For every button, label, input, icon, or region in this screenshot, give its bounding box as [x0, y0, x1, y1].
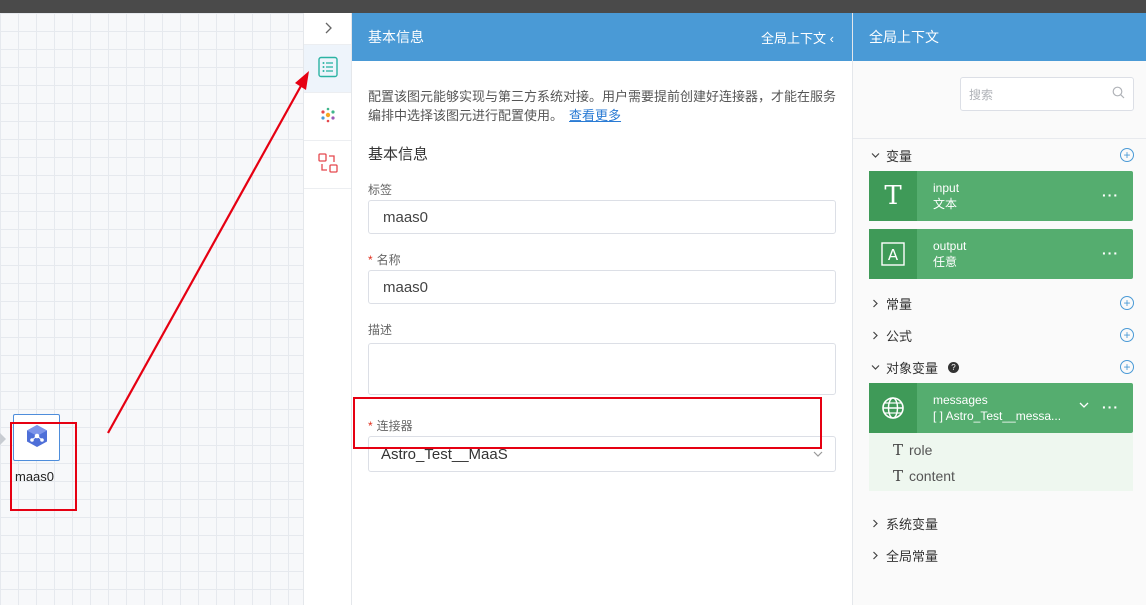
variable-type: 任意 — [933, 255, 958, 269]
object-children: Trole Tcontent — [869, 433, 1133, 491]
node-input-port[interactable] — [0, 433, 6, 445]
search-icon — [1112, 86, 1125, 102]
add-variable-button[interactable]: + — [1120, 148, 1134, 162]
chevron-right-icon — [871, 548, 880, 563]
tab-mapping[interactable] — [304, 93, 351, 141]
highlight-box-node — [10, 422, 77, 511]
search-placeholder: 搜索 — [969, 87, 994, 102]
more-icon[interactable]: ··· — [1102, 245, 1119, 261]
add-object-variable-button[interactable]: + — [1120, 360, 1134, 374]
tag-label: 标签 — [368, 183, 393, 197]
group-label: 变量 — [886, 148, 913, 164]
variable-name: output — [933, 239, 967, 253]
tag-input[interactable]: maas0 — [368, 200, 836, 234]
more-icon[interactable]: ··· — [1102, 399, 1119, 415]
context-header: 全局上下文 — [853, 13, 1146, 61]
dots-icon — [319, 106, 337, 127]
variable-type: 文本 — [933, 197, 958, 211]
name-label: * 名称 — [368, 251, 836, 267]
tab-transform[interactable] — [304, 141, 351, 189]
group-global-constants[interactable]: 全局常量 — [853, 539, 1146, 571]
panel-description: 配置该图元能够实现与第三方系统对接。用户需要提前创建好连接器，才能在服务编排中选… — [368, 87, 838, 125]
group-label: 对象变量 — [886, 360, 939, 376]
chevron-right-icon — [323, 21, 333, 37]
add-constant-button[interactable]: + — [1120, 296, 1134, 310]
child-field[interactable]: Trole — [893, 437, 1133, 463]
svg-text:A: A — [888, 246, 899, 264]
flow-canvas[interactable] — [0, 13, 303, 605]
chevron-down-icon[interactable] — [1079, 399, 1089, 411]
chevron-right-icon — [871, 516, 880, 531]
group-label: 全局常量 — [886, 548, 939, 564]
variable-card-output[interactable]: A output 任意 ··· — [869, 229, 1133, 279]
description-label: 描述 — [368, 323, 393, 337]
group-variables[interactable]: 变量 + — [853, 139, 1146, 171]
search-input[interactable]: 搜索 — [960, 77, 1134, 111]
collapse-toggle[interactable] — [304, 13, 351, 45]
learn-more-link[interactable]: 查看更多 — [569, 108, 621, 123]
group-label: 系统变量 — [886, 516, 939, 532]
child-name: role — [909, 442, 933, 458]
variable-card-input[interactable]: T input 文本 ··· — [869, 171, 1133, 221]
child-field[interactable]: Tcontent — [893, 463, 1133, 489]
group-system-variables[interactable]: 系统变量 — [853, 507, 1146, 539]
child-name: content — [909, 468, 955, 484]
chevron-down-icon — [871, 360, 880, 375]
variable-name: messages — [933, 393, 988, 407]
text-type-icon: T — [893, 441, 904, 459]
variable-name: input — [933, 181, 960, 195]
description-textarea[interactable] — [368, 343, 836, 395]
chevron-down-icon — [813, 448, 823, 460]
highlight-box-connector — [353, 397, 822, 449]
panel-title: 基本信息 — [368, 29, 424, 45]
context-title: 全局上下文 — [869, 29, 939, 45]
top-bar — [0, 0, 1146, 13]
group-label: 公式 — [886, 328, 913, 344]
group-label: 常量 — [886, 296, 913, 312]
required-marker: * — [368, 253, 373, 267]
add-formula-button[interactable]: + — [1120, 328, 1134, 342]
text-type-icon: T — [869, 171, 917, 221]
tab-basic-info[interactable] — [304, 45, 351, 93]
object-variable-card[interactable]: messages [ ] Astro_Test__messa... ··· — [869, 383, 1133, 433]
any-type-icon: A — [869, 229, 917, 279]
swap-icon — [317, 152, 339, 177]
globe-icon — [869, 383, 917, 433]
name-label-text: 名称 — [376, 253, 401, 267]
chevron-down-icon — [871, 148, 880, 163]
group-object-variables[interactable]: 对象变量? + — [853, 351, 1146, 383]
basic-info-header: 基本信息 全局上下文 ‹ — [352, 13, 852, 61]
basic-info-panel: 基本信息 全局上下文 ‹ 配置该图元能够实现与第三方系统对接。用户需要提前创建好… — [352, 13, 853, 605]
variable-type: [ ] Astro_Test__messa... — [933, 409, 1062, 423]
group-constants[interactable]: 常量 + — [853, 287, 1146, 319]
more-icon[interactable]: ··· — [1102, 187, 1119, 203]
text-type-icon: T — [893, 467, 904, 485]
chevron-right-icon — [871, 296, 880, 311]
chevron-right-icon — [871, 328, 880, 343]
list-icon — [317, 56, 339, 81]
global-context-panel: 全局上下文 搜索 变量 + T input 文本 ··· A output 任意… — [853, 13, 1146, 605]
name-input[interactable]: maas0 — [368, 270, 836, 304]
section-title: 基本信息 — [368, 146, 429, 163]
group-formulas[interactable]: 公式 + — [853, 319, 1146, 351]
side-icon-strip — [303, 13, 352, 605]
global-context-toggle[interactable]: 全局上下文 ‹ — [761, 28, 834, 47]
help-icon[interactable]: ? — [948, 361, 960, 373]
